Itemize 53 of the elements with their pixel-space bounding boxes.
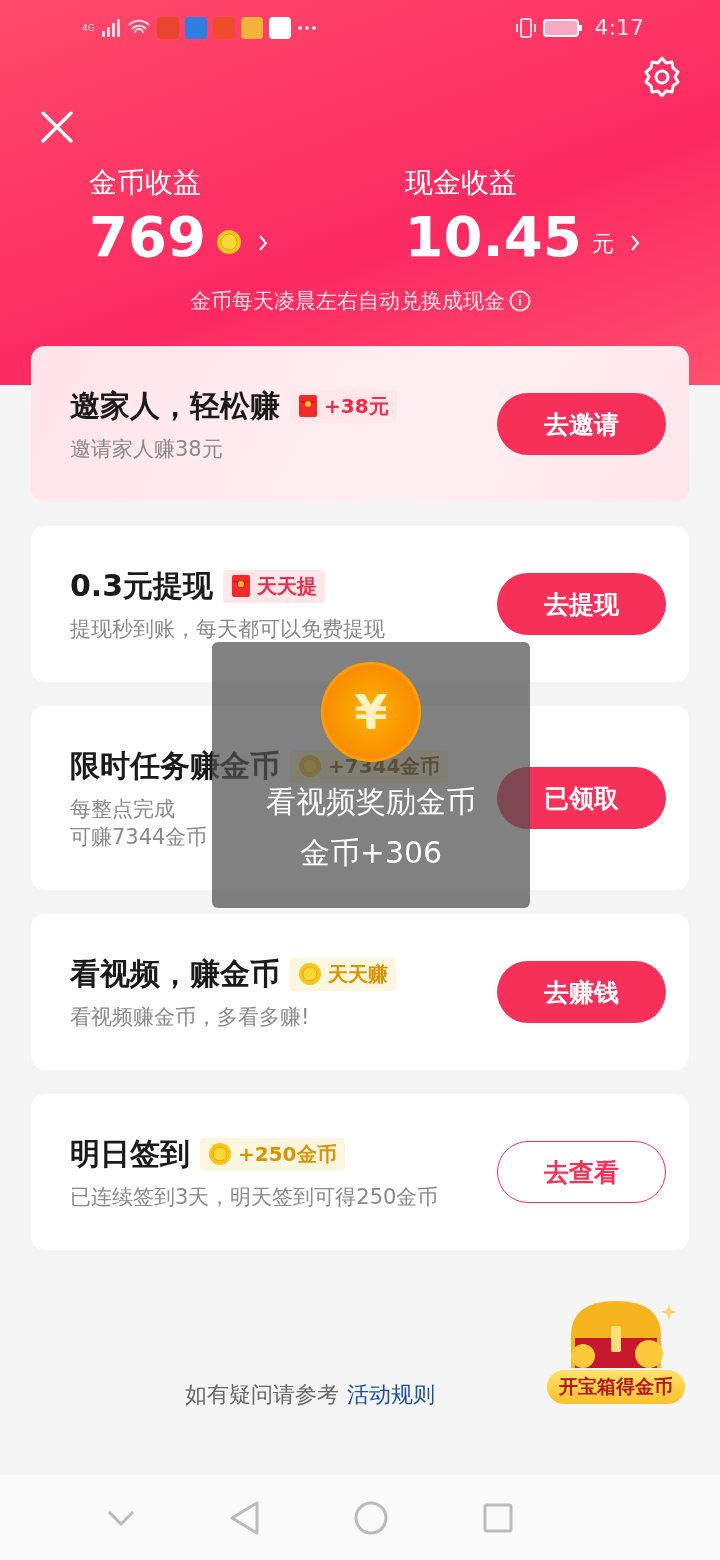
app-icon [184, 16, 207, 39]
home-icon[interactable] [354, 1500, 389, 1535]
network-label: 4G [82, 22, 95, 33]
vibrate-icon [514, 16, 537, 39]
coin-icon [298, 962, 322, 986]
task-button[interactable]: 去提现 [497, 573, 666, 635]
recents-icon[interactable] [482, 1502, 513, 1533]
task-description: 可赚7344金币 [70, 823, 208, 851]
stat-value[interactable]: 10.45 [404, 205, 582, 269]
stat-label: 现金收益 [404, 167, 518, 199]
reward-text: +250金币 [238, 1140, 337, 1168]
task-title: 明日签到 [70, 1134, 190, 1173]
help-text: 如有疑问请参考 [185, 1381, 339, 1409]
task-description: 看视频赚金币，多看多赚! [70, 1003, 310, 1031]
battery-icon [542, 17, 583, 38]
task-description: 提现秒到账，每天都可以免费提现 [70, 615, 385, 643]
signal-icon [100, 18, 121, 37]
stat-label: 金币收益 [89, 167, 202, 199]
toast-amount: 金币+306 [299, 834, 443, 872]
coin-icon [215, 229, 242, 255]
task-description: 每整点完成 [70, 795, 175, 823]
task-button[interactable]: 去赚钱 [497, 961, 666, 1023]
chest-label[interactable]: 开宝箱得金币 [547, 1370, 685, 1404]
envelope-icon [298, 394, 318, 418]
task-button[interactable]: 去查看 [497, 1141, 666, 1203]
more-icon [296, 24, 317, 31]
clock-time: 4:17 [594, 15, 644, 40]
close-icon[interactable] [40, 110, 74, 144]
app-icon [212, 16, 235, 39]
stat-value[interactable]: 769 [89, 205, 206, 269]
task-title: 邀家人，轻松赚 [70, 386, 280, 425]
task-title: 0.3元提现 [70, 566, 214, 605]
task-description: 已连续签到3天，明天签到可得250金币 [70, 1183, 439, 1211]
app-icon [268, 16, 291, 39]
chevron-right-icon[interactable] [629, 234, 640, 252]
reward-text: 天天提 [257, 572, 318, 600]
coin-icon [208, 1142, 232, 1166]
app-icon [240, 16, 263, 39]
info-icon[interactable] [508, 290, 531, 312]
unit-label: 元 [591, 230, 614, 258]
envelope-icon [231, 574, 252, 598]
chevron-right-icon[interactable] [257, 234, 268, 252]
rules-link[interactable]: 活动规则 [347, 1380, 435, 1410]
toast-title: 看视频奖励金币 [266, 783, 476, 821]
exchange-note: 金币每天凌晨左右自动兑换成现金 [189, 288, 505, 315]
reward-text: +38元 [324, 392, 389, 420]
task-title: 看视频，赚金币 [70, 954, 280, 993]
task-button[interactable]: 去邀请 [497, 393, 666, 455]
back-icon[interactable] [229, 1500, 260, 1535]
reward-text: 天天赚 [328, 960, 388, 988]
app-icon [156, 16, 179, 39]
task-description: 邀请家人赚38元 [70, 435, 223, 463]
chevron-down-icon[interactable] [107, 1509, 136, 1526]
